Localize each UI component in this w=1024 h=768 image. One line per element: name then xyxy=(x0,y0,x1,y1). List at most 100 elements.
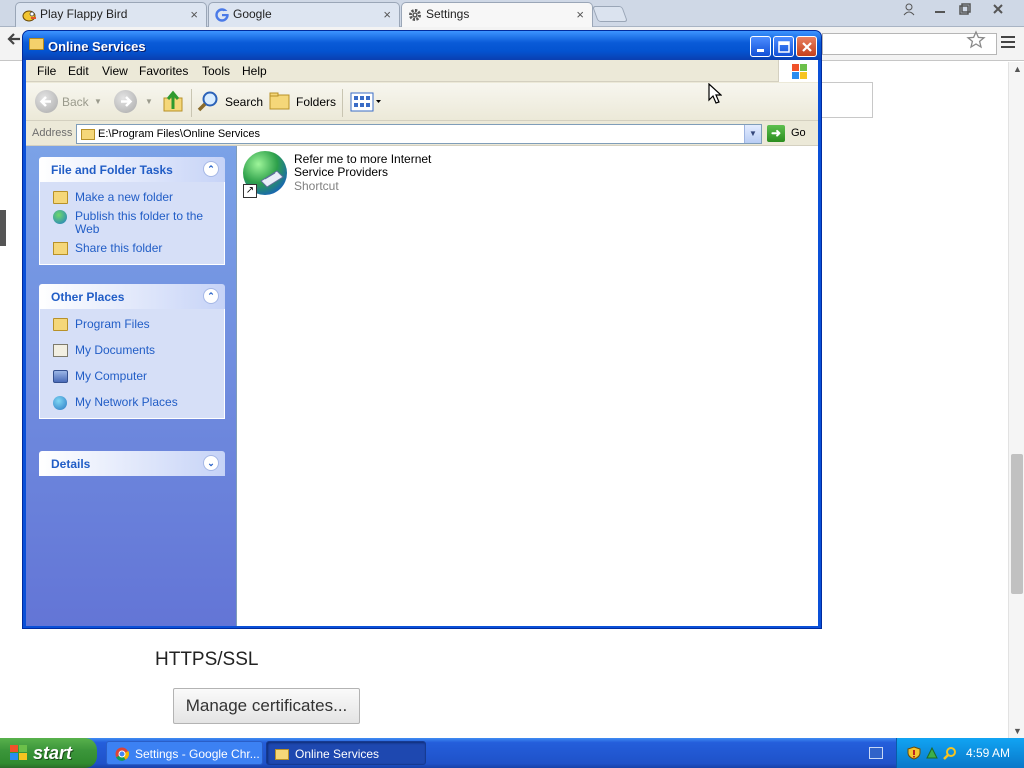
start-button[interactable]: start xyxy=(0,738,97,768)
folder-icon xyxy=(275,749,289,760)
windows-logo-icon xyxy=(778,60,818,82)
menu-tools[interactable]: Tools xyxy=(202,64,230,78)
other-places-panel: Other Places ⌃ Program Files My Document… xyxy=(39,284,225,419)
my-network-places-link[interactable]: My Network Places xyxy=(40,393,224,412)
back-dropdown-icon[interactable]: ▼ xyxy=(94,97,102,106)
search-button-label[interactable]: Search xyxy=(225,95,263,109)
tab-google[interactable]: Google × xyxy=(208,2,400,27)
scrollbar-thumb[interactable] xyxy=(1011,454,1023,594)
gear-icon xyxy=(408,8,422,22)
globe-icon xyxy=(53,210,67,224)
my-documents-link[interactable]: My Documents xyxy=(40,341,224,360)
folder-icon xyxy=(81,129,95,140)
file-name: Refer me to more Internet Service Provid… xyxy=(294,152,432,179)
https-ssl-heading: HTTPS/SSL xyxy=(155,649,259,670)
program-files-link[interactable]: Program Files xyxy=(40,315,224,334)
close-icon[interactable] xyxy=(986,0,1010,18)
menu-view[interactable]: View xyxy=(102,64,128,78)
up-folder-icon[interactable] xyxy=(162,89,184,113)
window-title: Online Services xyxy=(48,39,146,54)
back-button-label[interactable]: Back xyxy=(62,95,89,109)
close-tab-icon[interactable]: × xyxy=(576,7,584,22)
tab-label: Settings xyxy=(426,7,470,21)
profile-icon[interactable] xyxy=(897,0,921,18)
close-tab-icon[interactable]: × xyxy=(190,7,198,22)
link-label: My Computer xyxy=(75,369,148,383)
network-icon xyxy=(53,396,67,410)
menu-edit[interactable]: Edit xyxy=(68,64,89,78)
publish-folder-link[interactable]: Publish this folder to the Web xyxy=(40,207,224,239)
minimize-button[interactable] xyxy=(750,36,771,57)
search-icon[interactable] xyxy=(943,746,957,760)
task-pane: File and Folder Tasks ⌃ Make a new folde… xyxy=(26,146,236,626)
tab-flappy-bird[interactable]: Play Flappy Bird × xyxy=(15,2,207,27)
forward-dropdown-icon[interactable]: ▼ xyxy=(145,97,153,106)
collapse-icon[interactable]: ⌃ xyxy=(203,161,219,177)
network-status-icon[interactable] xyxy=(925,746,939,760)
views-icon[interactable] xyxy=(350,92,384,112)
minimize-icon[interactable] xyxy=(929,0,951,18)
chrome-menu-icon[interactable] xyxy=(1001,36,1015,48)
star-icon[interactable] xyxy=(966,30,986,56)
collapse-icon[interactable]: ⌃ xyxy=(203,288,219,304)
maximize-button[interactable] xyxy=(773,36,794,57)
menu-help[interactable]: Help xyxy=(242,64,267,78)
go-button-label[interactable]: Go xyxy=(791,127,806,139)
address-value[interactable]: E:\Program Files\Online Services xyxy=(98,128,260,140)
share-folder-icon xyxy=(53,242,68,255)
chrome-icon xyxy=(115,747,130,761)
new-tab-button[interactable] xyxy=(592,6,628,22)
taskbar-chrome-button[interactable]: Settings - Google Chr... xyxy=(106,741,263,765)
back-arrow-icon[interactable] xyxy=(7,32,21,51)
close-button[interactable] xyxy=(796,36,817,57)
panel-header[interactable]: Details ⌄ xyxy=(39,451,225,476)
manage-certificates-button[interactable]: Manage certificates... xyxy=(173,688,360,724)
my-computer-link[interactable]: My Computer xyxy=(40,367,224,386)
google-icon xyxy=(215,8,229,22)
explorer-client: File Edit View Favorites Tools Help Back… xyxy=(26,60,818,626)
page-scrollbar[interactable]: ▲ ▼ xyxy=(1008,62,1024,738)
toolbar-separator xyxy=(342,89,343,117)
documents-icon xyxy=(53,344,68,357)
link-label: Make a new folder xyxy=(75,190,174,204)
search-icon[interactable] xyxy=(197,90,219,112)
file-item[interactable]: ↗ Refer me to more Internet Service Prov… xyxy=(243,151,443,203)
scroll-down-icon[interactable]: ▼ xyxy=(1013,726,1022,736)
scroll-up-icon[interactable]: ▲ xyxy=(1013,64,1022,74)
settings-search-box[interactable] xyxy=(820,82,873,118)
close-tab-icon[interactable]: × xyxy=(383,7,391,22)
clock: 4:59 AM xyxy=(966,746,1011,760)
folders-button-label[interactable]: Folders xyxy=(296,95,336,109)
go-arrow-icon[interactable]: ➜ xyxy=(767,125,785,142)
address-dropdown-icon[interactable]: ▼ xyxy=(744,125,761,143)
panel-content: Program Files My Documents My Computer M… xyxy=(39,309,225,419)
restore-icon[interactable] xyxy=(954,0,976,18)
folders-icon[interactable] xyxy=(269,92,291,110)
expand-icon[interactable]: ⌄ xyxy=(203,455,219,471)
security-shield-icon[interactable] xyxy=(907,746,921,760)
toolbar-separator xyxy=(191,89,192,117)
share-folder-link[interactable]: Share this folder xyxy=(40,239,224,258)
menu-favorites[interactable]: Favorites xyxy=(139,64,188,78)
file-type: Shortcut xyxy=(294,179,339,193)
address-label: Address xyxy=(32,127,73,139)
link-label: My Documents xyxy=(75,343,156,357)
folder-icon xyxy=(29,38,44,50)
menu-file[interactable]: File xyxy=(37,64,56,78)
file-list-view[interactable]: ↗ Refer me to more Internet Service Prov… xyxy=(236,146,818,626)
explorer-titlebar[interactable]: Online Services xyxy=(23,31,821,60)
panel-header[interactable]: Other Places ⌃ xyxy=(39,284,225,309)
tab-settings[interactable]: Settings × xyxy=(401,2,593,27)
tab-label: Google xyxy=(233,7,272,21)
keyboard-icon[interactable] xyxy=(869,747,883,759)
address-field[interactable]: E:\Program Files\Online Services ▼ xyxy=(76,124,762,144)
task-label: Settings - Google Chr... xyxy=(135,747,260,761)
make-new-folder-link[interactable]: Make a new folder xyxy=(40,188,224,207)
page-edge-marker xyxy=(0,210,6,246)
explorer-body: File and Folder Tasks ⌃ Make a new folde… xyxy=(26,146,818,626)
back-icon[interactable] xyxy=(35,90,58,113)
forward-icon[interactable] xyxy=(114,90,137,113)
taskbar-explorer-button[interactable]: Online Services xyxy=(266,741,426,765)
panel-header[interactable]: File and Folder Tasks ⌃ xyxy=(39,157,225,182)
start-label: start xyxy=(33,743,73,763)
